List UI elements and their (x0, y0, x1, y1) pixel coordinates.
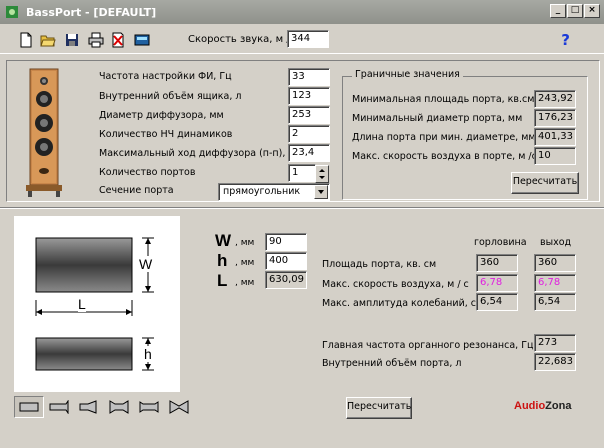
port-shape-narrow-ends-icon[interactable] (134, 396, 164, 418)
close-button[interactable]: × (584, 4, 600, 18)
calculator-icon[interactable] (134, 32, 150, 48)
port-shape-flare-exit-icon[interactable] (74, 396, 104, 418)
app-icon[interactable] (4, 4, 20, 20)
speed-throat-value: 6,78 (476, 274, 518, 292)
ampl-throat-value: 6,54 (476, 293, 518, 311)
diagram-l-label: L (78, 296, 86, 312)
inner-vol-value: 22,683 (534, 353, 576, 371)
volume-input[interactable]: 123 (288, 87, 330, 105)
min-diam-value: 176,23 (534, 109, 576, 127)
port-shape-toolbar (14, 396, 194, 418)
l-value: 630,09 (265, 271, 307, 289)
volume-label: Внутренний объём ящика, л (99, 91, 242, 102)
area-label: Площадь порта, кв. см (322, 259, 437, 270)
min-diam-label: Минимальный диаметр порта, мм (352, 113, 523, 124)
w-letter: W (215, 231, 232, 250)
w-input[interactable]: 90 (265, 233, 307, 251)
limits-title: Граничные значения (352, 69, 463, 80)
divider (0, 207, 604, 209)
save-icon[interactable] (64, 32, 80, 48)
drivers-input[interactable]: 2 (288, 125, 330, 143)
drivers-label: Количество НЧ динамиков (99, 129, 233, 140)
minimize-button[interactable]: _ (550, 4, 566, 18)
port-shape-bow-tie-icon[interactable] (164, 396, 194, 418)
ampl-label: Макс. амплитуда колебаний, см (322, 298, 484, 309)
speaker-image (14, 63, 72, 201)
speed-exit-value: 6,78 (534, 274, 576, 292)
l-unit: , мм (235, 278, 255, 288)
section-label: Сечение порта (99, 185, 174, 196)
brand-logo: AudioZona (514, 400, 571, 412)
chevron-down-icon[interactable] (314, 185, 328, 199)
sound-speed-input[interactable]: 344 (287, 30, 329, 48)
xmax-input[interactable]: 23,4 (288, 144, 330, 162)
maximize-button[interactable]: □ (567, 4, 583, 18)
ampl-exit-value: 6,54 (534, 293, 576, 311)
max-speed-label: Макс. скорость воздуха в порте, м /с (352, 151, 537, 162)
l-letter: L (217, 271, 228, 290)
diagram-h-label: h (144, 346, 152, 362)
diagram-w-label: W (139, 256, 153, 272)
limits-recalc-button[interactable]: Пересчитать (511, 172, 579, 194)
speed-label: Макс. скорость воздуха, м / с (322, 279, 469, 290)
col-exit-header: выход (540, 237, 572, 248)
new-icon[interactable] (18, 32, 34, 48)
xmax-label: Максимальный ход диффузора (п-п), мм (99, 148, 303, 159)
tuning-freq-label: Частота настройки ФИ, Гц (99, 71, 232, 82)
min-area-label: Минимальная площадь порта, кв.см. (352, 94, 538, 105)
organ-label: Главная частота органного резонанса, Гц (322, 340, 534, 351)
sound-speed-label: Скорость звука, м /с (188, 34, 296, 45)
organ-value: 273 (534, 334, 576, 352)
title-bar: BassPort - [DEFAULT] _ □ × (0, 0, 604, 24)
ports-spinner[interactable] (315, 165, 329, 183)
min-area-value: 243,92 (534, 90, 576, 108)
print-icon[interactable] (88, 32, 104, 48)
delete-icon[interactable] (110, 32, 126, 48)
port-diagram: W L h (14, 216, 180, 392)
window-title: BassPort - [DEFAULT] (26, 5, 157, 19)
tuning-freq-input[interactable]: 33 (288, 68, 330, 86)
w-unit: , мм (235, 238, 255, 248)
section-select-value: прямоугольник (223, 186, 301, 197)
port-shape-double-flare-icon[interactable] (104, 396, 134, 418)
length-value: 401,33 (534, 128, 576, 146)
section-select[interactable]: прямоугольник (218, 183, 330, 201)
h-unit: , мм (235, 258, 255, 268)
h-input[interactable]: 400 (265, 252, 307, 270)
length-label: Длина порта при мин. диаметре, мм (352, 132, 536, 143)
area-exit-value: 360 (534, 254, 576, 272)
diaphragm-label: Диаметр диффузора, мм (99, 110, 224, 121)
help-button[interactable]: ? (561, 31, 570, 49)
ports-label: Количество портов (99, 167, 196, 178)
brand-zona-text: Zona (545, 400, 572, 412)
col-throat-header: горловина (474, 237, 527, 248)
h-letter: h (217, 251, 228, 270)
port-shape-straight-icon[interactable] (14, 396, 44, 418)
results-recalc-button[interactable]: Пересчитать (346, 397, 412, 419)
diaphragm-input[interactable]: 253 (288, 106, 330, 124)
brand-audio-text: Audio (514, 400, 546, 412)
max-speed-value: 10 (534, 147, 576, 165)
toolbar: Скорость звука, м /с 344 ? (0, 26, 604, 54)
inner-vol-label: Внутренний объём порта, л (322, 358, 462, 369)
ports-input[interactable]: 1 (288, 164, 316, 182)
port-shape-flare-one-side-icon[interactable] (44, 396, 74, 418)
area-throat-value: 360 (476, 254, 518, 272)
open-icon[interactable] (40, 32, 56, 48)
